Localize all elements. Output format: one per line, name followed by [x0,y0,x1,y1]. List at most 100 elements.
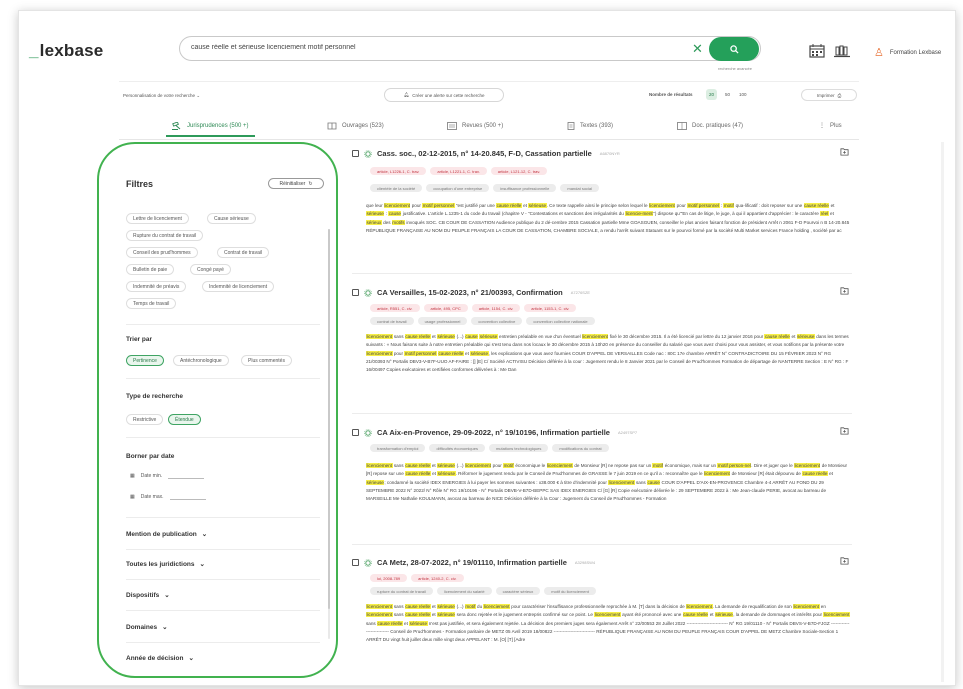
topic-tag[interactable]: convention collective nationale [526,317,595,325]
topic-tag[interactable]: transformation d'emploi [370,444,426,452]
search-type-restrictive[interactable]: Restrictive [126,414,164,425]
keyword-chip[interactable]: Conseil des prud'hommes [126,247,198,258]
search-type-etendue[interactable]: Étendue [168,414,201,425]
legal-reference-tag[interactable]: article, L1221-1, C. trav. [430,167,487,175]
filter-juridictions[interactable]: Toutes les juridictions ⌄ [126,560,205,569]
highlighted-term: cause réelle [404,604,431,609]
reset-filters-button[interactable]: Réinitialiser ↻ [268,178,324,189]
tab-plus[interactable]: ⋮ Plus [819,122,842,130]
result-title[interactable]: Cass. soc., 02-12-2015, n° 14-20.845, F-… [377,149,592,158]
keyword-chip[interactable]: Contrat de travail [217,247,270,258]
search-button[interactable] [709,37,759,61]
highlighted-term: licenciement [594,612,621,618]
save-to-folder-icon[interactable] [840,426,849,435]
topic-tag[interactable]: insuffisance professionnelle [493,184,557,192]
result-title[interactable]: CA Aix-en-Provence, 29-09-2022, n° 19/10… [377,428,610,437]
topic-tag[interactable]: mandat social [560,184,600,192]
tab-jurisprudences[interactable]: Jurisprudences (500 +) [166,122,255,137]
legal-reference-tag[interactable]: article, 1240-2, C. civ. [411,574,464,582]
sort-antechronologique[interactable]: Antéchronologique [173,355,229,366]
save-to-folder-icon[interactable] [840,147,849,156]
topic-tags: clientèle de la société occupation d'une … [370,184,600,192]
select-result-checkbox[interactable] [352,150,359,157]
tab-textes[interactable]: Textes (393) [567,122,613,130]
topic-tags: transformation d'emploi difficultés écono… [370,444,609,452]
save-to-folder-icon[interactable] [840,286,849,295]
topic-tag[interactable]: motif du licenciement [544,587,596,595]
calendar-grid-icon[interactable] [809,44,825,58]
highlighted-term: réel [820,211,829,217]
legal-reference-tag[interactable]: article, 1154, C. civ. [471,304,521,312]
select-result-checkbox[interactable] [352,289,359,296]
keyword-chip[interactable]: Congé payé [190,264,231,275]
highlighted-term: sérieuse [479,334,498,339]
topic-tag[interactable]: difficultés économiques [429,444,485,452]
results-per-page-20[interactable]: 20 [706,89,718,100]
legal-reference-tag[interactable]: loi, 2008-789 [370,574,408,582]
settings-gear-icon [364,149,372,158]
keyword-chip[interactable]: Temps de travail [126,298,177,309]
chevron-down-icon: ⌄ [199,561,205,568]
topic-tag[interactable]: occupation d'une entreprise [426,184,490,192]
print-button[interactable]: Imprimer ⎙ [801,89,857,101]
keyword-chip[interactable]: Cause sérieuse [207,213,256,224]
highlighted-term: motif personnel [687,203,720,208]
filter-domaines[interactable]: Domaines ⌄ [126,623,168,632]
keyword-chip[interactable]: Lettre de licenciement [126,213,189,224]
legal-reference-tag[interactable]: article, L121-12, C. trav. [490,167,548,175]
filter-annee-decision[interactable]: Année de décision ⌄ [126,654,194,663]
legal-reference-tag[interactable]: article, 495, CPC [423,304,468,312]
create-alert-button[interactable]: 🔔︎ Créer une alerte sur cette recherche [384,88,504,102]
filter-dispositifs[interactable]: Dispositifs ⌄ [126,591,170,600]
topic-tag[interactable]: contrat de travail [370,317,414,325]
topic-tags: contrat de travail usage professionnel con… [370,317,595,325]
topic-tag[interactable]: rupture du contrat de travail [370,587,433,595]
topic-tag[interactable]: modifications du contrat [552,444,609,452]
legal-reference-tag[interactable]: article, L1226-1, C. trav. [370,167,427,175]
filter-mention-publication[interactable]: Mention de publication ⌄ [126,530,207,539]
settings-gear-icon [364,288,372,297]
date-min-field[interactable]: ▦ Date min. [130,473,205,479]
select-result-checkbox[interactable] [352,429,359,436]
topic-tag[interactable]: licenciement du salarié [436,587,492,595]
topic-tag[interactable]: clientèle de la société [370,184,423,192]
account-menu[interactable]: ♙ Formation Lexbase [874,46,941,59]
highlighted-term: cause réelle [404,334,431,339]
keyword-chip[interactable]: Rupture du contrat de travail [126,230,204,241]
result-title[interactable]: CA Versailles, 15-02-2023, n° 21/00393, … [377,288,563,297]
keyword-chip[interactable]: Indemnité de préavis [126,281,187,292]
magnifier-icon [729,44,739,54]
result-title[interactable]: CA Metz, 28-07-2022, n° 19/01110, Infirm… [377,558,567,567]
chevron-down-icon: ⌄ [196,93,201,98]
save-to-folder-icon[interactable] [840,556,849,565]
results-per-page-100[interactable]: 100 [736,89,750,100]
topic-tag[interactable]: usage professionnel [417,317,468,325]
tab-ouvrages[interactable]: Ouvrages (523) [327,122,384,130]
select-result-checkbox[interactable] [352,559,359,566]
keyword-chip[interactable]: Bulletin de paie [126,264,175,275]
main-scrollbar[interactable] [941,142,944,682]
advanced-search-link[interactable]: recherche avancée [709,66,761,71]
refresh-icon: ↻ [308,180,313,187]
sort-pertinence[interactable]: Pertinence [126,355,164,366]
lexbase-logo[interactable]: _lexbase [29,41,103,61]
tab-doc-pratiques[interactable]: Doc. pratiques (47) [677,122,743,130]
result-divider [352,413,852,414]
tab-revues[interactable]: Revues (500 +) [447,122,503,130]
keyword-chip[interactable]: Indemnité de licenciement [202,281,275,292]
legal-reference-tag[interactable]: article, 1153-1, C. civ. [524,304,577,312]
date-max-underline [169,498,206,500]
results-per-page-50[interactable]: 50 [722,89,733,100]
clear-search-icon[interactable]: ✕ [692,41,703,57]
filters-scrollbar-thumb[interactable] [328,229,330,609]
topic-tag[interactable]: caractère sérieux [495,587,541,595]
search-input[interactable] [191,44,681,51]
filters-scrollbar[interactable] [328,229,330,639]
topic-tag[interactable]: mutations technologiques [488,444,549,452]
topic-tag[interactable]: convention collective [471,317,523,325]
personalize-search-toggle[interactable]: Personnalisation de votre recherche ⌄ [123,93,200,99]
library-icon[interactable] [834,44,850,58]
legal-reference-tag[interactable]: article, R551, C. civ. [370,304,420,312]
date-max-field[interactable]: ▦ Date max. [130,494,206,500]
sort-plus-commentes[interactable]: Plus commentés [241,355,292,366]
